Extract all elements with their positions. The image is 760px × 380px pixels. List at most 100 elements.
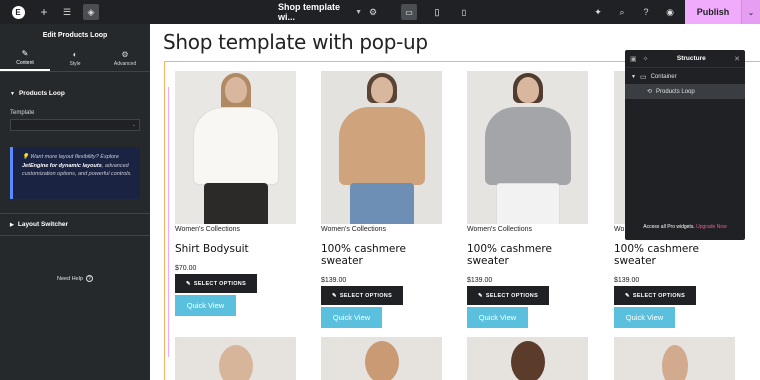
product-price: $139.00 [321,277,347,284]
container-icon: ▭ [639,73,647,81]
quick-view-button[interactable]: Quick View [175,295,236,316]
upgrade-text: Access all Pro widgets. [643,224,695,230]
search-icon[interactable]: ⌕ [614,0,630,24]
select-options-button[interactable]: ✎ SELECT OPTIONS [175,274,257,293]
help-icon[interactable]: ? [638,0,654,24]
divider [0,235,150,236]
section-label: Layout Switcher [17,221,69,228]
tab-label: Style [69,60,81,67]
quick-view-button[interactable]: Quick View [614,307,675,328]
pencil-icon: ✎ [21,48,29,58]
promo-text: Want more layout flexibility? Explore [30,154,119,160]
model-face [218,345,253,380]
divider [0,213,150,214]
model-face [364,341,399,380]
close-icon[interactable]: ✕ [734,55,740,63]
desktop-view-icon[interactable]: ▭ [401,4,417,20]
section-layout-switcher[interactable]: ▶ Layout Switcher [0,221,150,228]
select-options-button[interactable]: ✎ SELECT OPTIONS [614,286,696,305]
question-circle-icon: ? [86,275,93,282]
structure-item-label: Products Loop [656,88,695,95]
model-head [516,77,539,103]
template-select[interactable]: ⌄ [10,119,140,131]
publish-options-chevron-icon[interactable]: ⌄ [741,0,760,24]
document-title: Shop template wi... [278,2,341,22]
wrench-icon: ✎ [185,280,191,287]
promo-link[interactable]: JetEngine for dynamic layouts [22,163,102,169]
widget-outline-left [168,87,169,357]
gear-icon: ⚙ [121,49,129,59]
model-jeans [349,183,414,224]
need-help-label: Need Help [57,275,83,282]
select-options-button[interactable]: ✎ SELECT OPTIONS [321,286,403,305]
product-category: Women's Collections [467,226,533,233]
ai-sparkle-icon[interactable]: ✧ [643,55,649,63]
tab-content[interactable]: ✎ Content [0,46,50,71]
structure-item-products-loop[interactable]: ⟲ Products Loop [625,84,745,99]
publish-button[interactable]: Publish [685,0,741,24]
chevron-down-icon: ▼ [355,8,362,16]
model-head [224,77,247,103]
tablet-view-icon[interactable]: ▯ [429,4,445,20]
product-image-row2[interactable] [614,337,735,380]
preview-eye-icon[interactable]: ◉ [662,0,678,24]
top-bar: E + ☰ ◈ Shop template wi... ▼ ⚙ ▭ ▯ ▯ ✦ … [0,0,760,24]
model-face [510,341,545,380]
wrench-icon: ✎ [477,292,483,299]
section-products-loop[interactable]: ▼ Products Loop [0,90,150,97]
need-help-link[interactable]: Need Help ? [0,275,150,282]
quick-view-button[interactable]: Quick View [321,307,382,328]
caret-down-icon: ▼ [631,73,636,80]
notifications-icon[interactable]: ✦ [590,0,606,24]
page-settings-gear-icon[interactable]: ⚙ [365,0,381,24]
elementor-logo-icon[interactable]: E [7,0,29,24]
product-image-row2[interactable] [175,337,296,380]
product-image[interactable] [321,71,442,224]
button-label: SELECT OPTIONS [339,292,393,299]
dock-icon[interactable]: ▣ [630,55,637,63]
select-options-button[interactable]: ✎ SELECT OPTIONS [467,286,549,305]
structure-header: ▣ ✧ Structure ✕ [625,50,745,68]
product-image-row2[interactable] [467,337,588,380]
tab-style[interactable]: ◐ Style [50,46,100,71]
product-price: $70.00 [175,265,197,272]
button-label: SELECT OPTIONS [632,292,686,299]
page-heading: Shop template with pop-up [163,30,428,54]
product-price: $139.00 [467,277,493,284]
editor-sidebar: Edit Products Loop ✎ Content ◐ Style ⚙ A… [0,24,150,380]
mobile-view-icon[interactable]: ▯ [456,4,472,20]
product-card: Women's Collections Shirt Bodysuit $70.0… [175,71,300,316]
chevron-down-icon: ⌄ [131,122,136,128]
upgrade-now-link[interactable]: Upgrade Now [696,224,727,230]
tab-advanced[interactable]: ⚙ Advanced [100,46,150,71]
editor-window: E + ☰ ◈ Shop template wi... ▼ ⚙ ▭ ▯ ▯ ✦ … [0,0,760,380]
wrench-icon: ✎ [624,292,630,299]
caret-down-icon: ▼ [10,90,15,97]
product-card: Women's Collections 100% cashmere sweate… [467,71,592,328]
product-title[interactable]: 100% cashmere sweater [321,243,446,267]
product-category: Women's Collections [321,226,387,233]
product-title[interactable]: 100% cashmere sweater [467,243,592,267]
loop-icon: ⟲ [647,89,653,95]
product-image-row2[interactable] [321,337,442,380]
quick-view-button[interactable]: Quick View [467,307,528,328]
tab-label: Advanced [113,60,137,67]
site-settings-icon[interactable]: ☰ [59,0,75,24]
product-image[interactable] [467,71,588,224]
model-shirt [192,107,279,185]
product-title[interactable]: 100% cashmere sweater [614,243,744,267]
product-title[interactable]: Shirt Bodysuit [175,243,300,255]
model-sweater [338,107,425,185]
product-category: Women's Collections [175,226,241,233]
add-element-icon[interactable]: + [36,0,52,24]
panel-tabs: ✎ Content ◐ Style ⚙ Advanced [0,46,150,72]
structure-layers-icon[interactable]: ◈ [83,4,99,20]
template-label: Template [10,110,35,116]
product-image[interactable] [175,71,296,224]
structure-item-label: Container [650,73,677,80]
halfcircle-icon: ◐ [72,49,78,59]
structure-item-container[interactable]: ▼ ▭ Container [625,69,745,84]
document-title-dropdown[interactable]: Shop template wi... ▼ [278,0,362,24]
jetengine-promo: 💡 Want more layout flexibility? Explore … [10,147,140,199]
model-sweater [484,107,571,185]
